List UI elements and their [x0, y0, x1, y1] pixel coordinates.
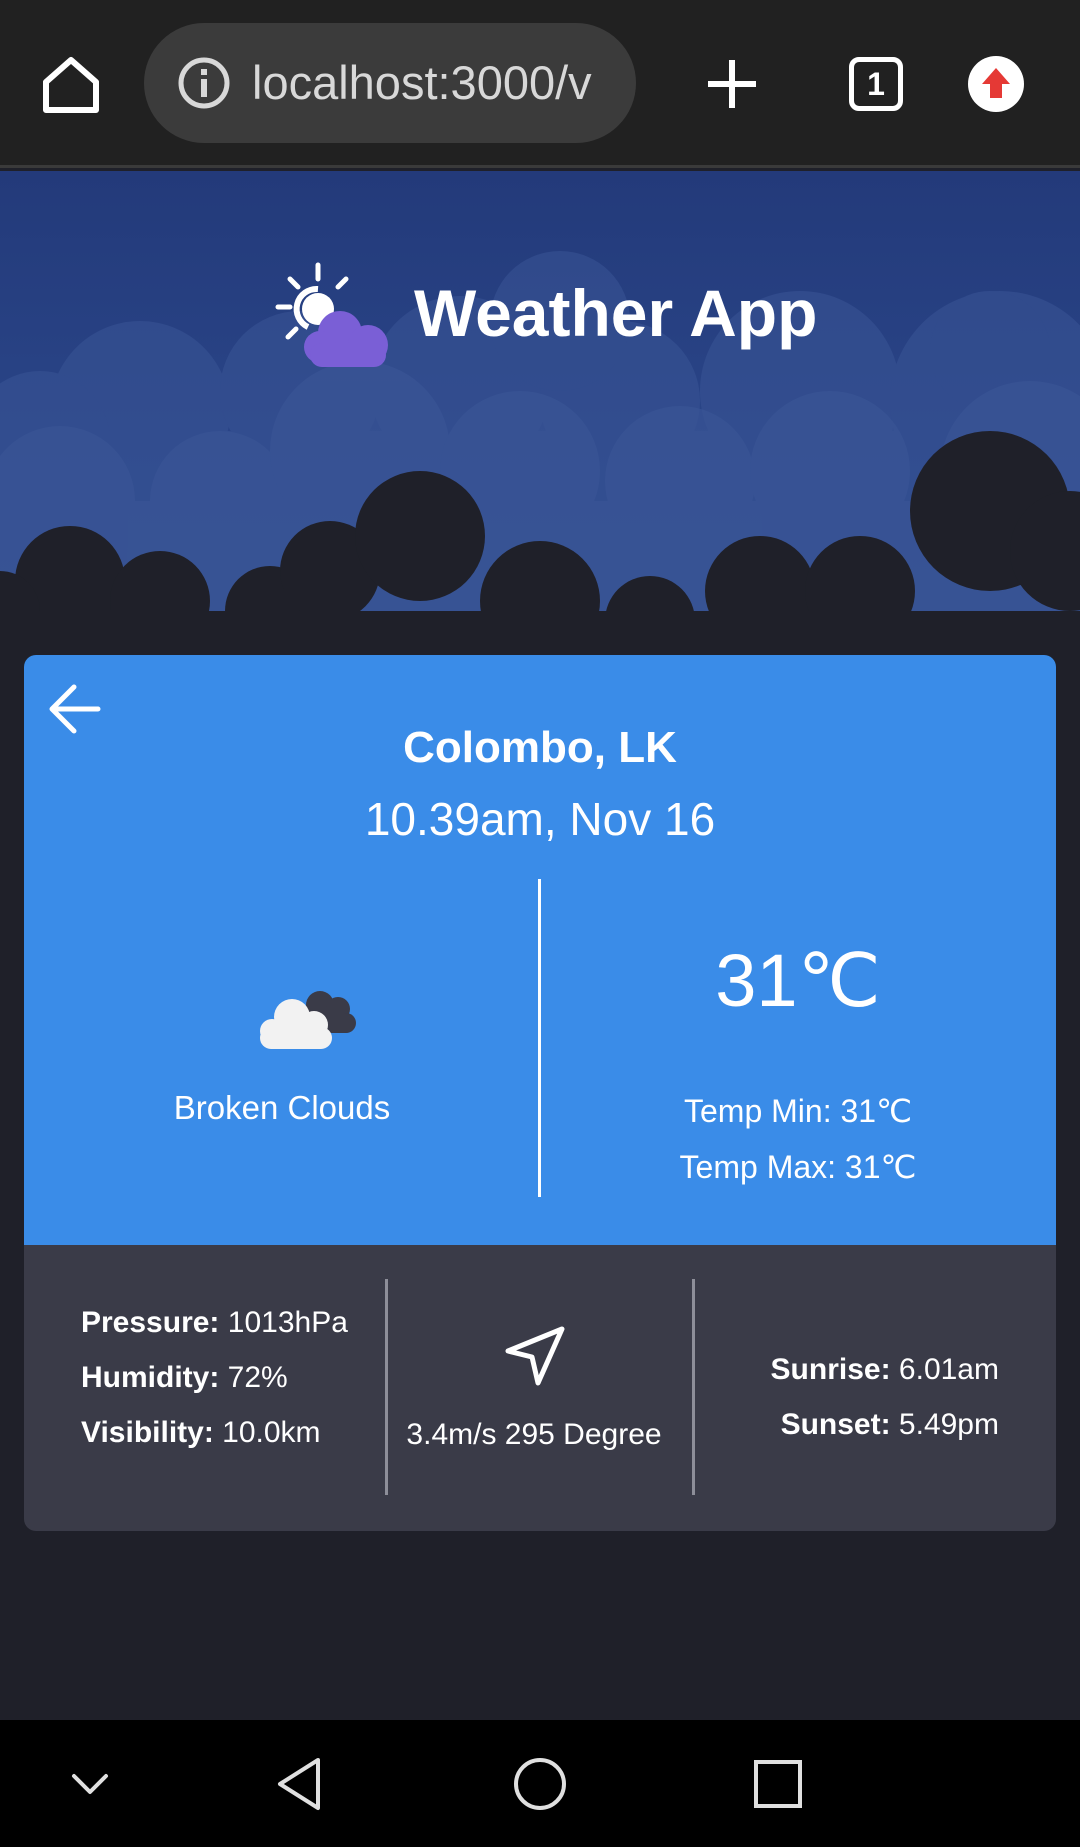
sunset-row: Sunset: 5.49pm: [771, 1397, 999, 1452]
navigation-arrow-icon: [505, 1326, 565, 1386]
temp-max: Temp Max: 31℃: [540, 1147, 1056, 1187]
url-text[interactable]: localhost:3000/v: [252, 23, 632, 143]
pressure-label: Pressure:: [81, 1306, 220, 1339]
temp-min: Temp Min: 31℃: [540, 1091, 1056, 1131]
temp-max-value: 31℃: [844, 1149, 917, 1185]
location-name: Colombo, LK: [403, 723, 677, 772]
wind-info: 3.4m/s 295 Degree: [406, 1418, 662, 1451]
temp-min-value: 31℃: [840, 1093, 912, 1129]
divider: [385, 1279, 388, 1495]
plus-icon[interactable]: [704, 56, 760, 112]
system-navigation-bar: [0, 1720, 1080, 1847]
visibility-value: 10.0km: [222, 1416, 321, 1449]
browser-toolbar: localhost:3000/v 1: [0, 0, 1080, 168]
back-triangle-icon[interactable]: [268, 1752, 332, 1816]
tab-switcher-button[interactable]: 1: [849, 57, 903, 111]
address-bar[interactable]: localhost:3000/v: [144, 23, 636, 143]
pressure-row: Pressure: 1013hPa: [81, 1295, 348, 1350]
home-icon[interactable]: [38, 52, 104, 118]
humidity-value: 72%: [227, 1361, 288, 1394]
sun-behind-cloud-icon: [275, 262, 388, 367]
hero-banner: Weather App: [0, 171, 1080, 671]
home-circle-icon[interactable]: [508, 1752, 572, 1816]
weather-condition: Broken Clouds: [173, 1089, 391, 1126]
weather-summary-panel: Colombo, LK 10.39am, Nov 16 Broken Cloud…: [24, 655, 1056, 1245]
app-title: Weather App: [414, 276, 818, 350]
sunrise-label: Sunrise:: [770, 1353, 891, 1386]
weather-card: Colombo, LK 10.39am, Nov 16 Broken Cloud…: [24, 655, 1056, 1531]
humidity-row: Humidity: 72%: [81, 1350, 348, 1405]
sunrise-row: Sunrise: 6.01am: [771, 1342, 999, 1397]
pressure-value: 1013hPa: [227, 1306, 348, 1339]
visibility-label: Visibility:: [81, 1416, 214, 1449]
temp-min-label: Temp Min:: [683, 1093, 832, 1129]
cloud-background: [0, 251, 1080, 671]
recents-square-icon[interactable]: [746, 1752, 810, 1816]
info-icon[interactable]: [176, 55, 232, 111]
sun-times: Sunrise: 6.01am Sunset: 5.49pm: [771, 1342, 999, 1452]
current-temperature: 31℃: [715, 939, 881, 1022]
chevron-down-icon[interactable]: [58, 1752, 122, 1816]
humidity-label: Humidity:: [81, 1361, 220, 1394]
local-datetime: 10.39am, Nov 16: [364, 793, 716, 845]
profile-button[interactable]: [968, 56, 1024, 112]
divider: [692, 1279, 695, 1495]
temp-max-label: Temp Max:: [679, 1149, 837, 1185]
sunrise-value: 6.01am: [898, 1353, 999, 1386]
weather-details-panel: Pressure: 1013hPa Humidity: 72% Visibili…: [24, 1245, 1056, 1531]
visibility-row: Visibility: 10.0km: [81, 1405, 348, 1460]
atmosphere-stats: Pressure: 1013hPa Humidity: 72% Visibili…: [81, 1295, 348, 1460]
sunset-value: 5.49pm: [898, 1408, 999, 1441]
sunset-label: Sunset:: [780, 1408, 891, 1441]
broken-clouds-icon: [260, 991, 356, 1049]
upload-arrow-icon: [982, 68, 1010, 98]
